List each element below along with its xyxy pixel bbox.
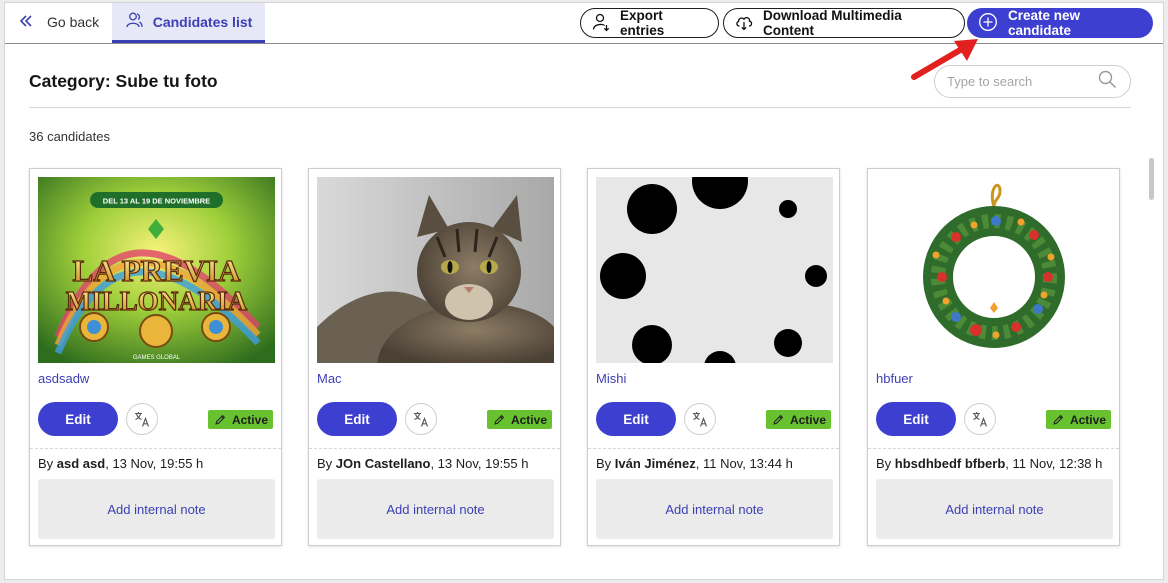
svg-text:GAMES GLOBAL: GAMES GLOBAL [133, 355, 181, 361]
pencil-icon [215, 414, 226, 425]
add-internal-note-button[interactable]: Add internal note [876, 479, 1113, 539]
translate-icon [414, 412, 429, 427]
status-badge: Active [1045, 410, 1111, 429]
create-new-candidate-button[interactable]: Create new candidate [967, 8, 1153, 38]
go-back-button[interactable]: Go back [19, 3, 99, 41]
dots-pattern-image [596, 177, 833, 363]
card-divider [868, 448, 1119, 449]
tab-label: Candidates list [152, 13, 253, 30]
candidate-card: DEL 13 AL 19 DE NOVIEMBRE LA PREVIA MILL… [29, 168, 282, 546]
status-badge: Active [486, 410, 552, 429]
add-internal-note-button[interactable]: Add internal note [38, 479, 275, 539]
author-name: JOn Castellano [335, 456, 431, 471]
card-divider [30, 448, 281, 449]
header-divider [29, 107, 1131, 108]
byline: By asd asd, 13 Nov, 19:55 h [38, 456, 204, 471]
candidate-card: hbfuer Edit Active By hbsdhbedf bfberb, … [867, 168, 1120, 546]
cloud-download-icon [734, 12, 754, 35]
scrollbar[interactable] [1147, 153, 1155, 573]
edit-button[interactable]: Edit [317, 402, 397, 436]
export-label: Export entries [620, 8, 665, 38]
svg-text:LA PREVIA: LA PREVIA [73, 253, 242, 288]
candidates-count: 36 candidates [29, 129, 110, 144]
candidate-card: Mac Edit Active By JOn Castellano, 13 No… [308, 168, 561, 546]
edit-button[interactable]: Edit [38, 402, 118, 436]
translate-button[interactable] [405, 403, 437, 435]
double-chevron-left-icon [19, 14, 33, 31]
translate-icon [973, 412, 988, 427]
translate-button[interactable] [684, 403, 716, 435]
byline: By Iván Jiménez, 11 Nov, 13:44 h [596, 456, 793, 471]
pencil-icon [494, 414, 505, 425]
status-badge: Active [207, 410, 273, 429]
card-divider [588, 448, 839, 449]
author-name: hbsdhbedf bfberb [894, 456, 1006, 471]
author-name: Iván Jiménez [614, 456, 696, 471]
submitted-date: , 13 Nov, 19:55 h [430, 456, 529, 471]
candidate-image[interactable] [876, 177, 1113, 363]
byline: By JOn Castellano, 13 Nov, 19:55 h [317, 456, 529, 471]
translate-icon [693, 412, 708, 427]
status-text: Active [510, 412, 547, 427]
pencil-icon [1053, 414, 1064, 425]
candidate-image[interactable]: DEL 13 AL 19 DE NOVIEMBRE LA PREVIA MILL… [38, 177, 275, 363]
card-divider [309, 448, 560, 449]
status-text: Active [1069, 412, 1106, 427]
export-entries-button[interactable]: Export entries [580, 8, 719, 38]
go-back-label: Go back [47, 14, 100, 30]
user-export-icon [591, 12, 611, 35]
edit-button[interactable]: Edit [876, 402, 956, 436]
search-icon[interactable] [1097, 69, 1117, 94]
status-text: Active [789, 412, 826, 427]
promo-banner-image: DEL 13 AL 19 DE NOVIEMBRE LA PREVIA MILL… [38, 177, 275, 363]
tab-candidates-list[interactable]: Candidates list [112, 3, 265, 43]
byline: By hbsdhbedf bfberb, 11 Nov, 12:38 h [876, 456, 1103, 471]
submitted-date: , 11 Nov, 13:44 h [695, 456, 793, 471]
cat-photo-image [317, 177, 554, 363]
submitted-date: , 11 Nov, 12:38 h [1005, 456, 1103, 471]
pencil-icon [773, 414, 784, 425]
edit-button[interactable]: Edit [596, 402, 676, 436]
status-badge: Active [765, 410, 831, 429]
translate-button[interactable] [964, 403, 996, 435]
candidate-image[interactable] [317, 177, 554, 363]
candidate-name[interactable]: asdsadw [38, 371, 89, 386]
author-name: asd asd [56, 456, 106, 471]
page-title: Category: Sube tu foto [29, 71, 218, 91]
candidate-image[interactable] [596, 177, 833, 363]
create-label: Create new candidate [1008, 8, 1081, 38]
candidate-name[interactable]: Mac [317, 371, 342, 386]
status-text: Active [231, 412, 268, 427]
plus-circle-icon [978, 12, 998, 35]
candidate-name[interactable]: Mishi [596, 371, 626, 386]
candidate-card: Mishi Edit Active By Iván Jiménez, 11 No… [587, 168, 840, 546]
scrollbar-thumb[interactable] [1149, 158, 1154, 200]
candidate-name[interactable]: hbfuer [876, 371, 913, 386]
search-box[interactable] [934, 65, 1131, 98]
svg-text:MILLONARIA: MILLONARIA [66, 286, 248, 316]
add-internal-note-button[interactable]: Add internal note [596, 479, 833, 539]
top-bar: Go back Candidates list Export entries D… [5, 3, 1163, 44]
submitted-date: , 13 Nov, 19:55 h [105, 456, 204, 471]
add-internal-note-button[interactable]: Add internal note [317, 479, 554, 539]
translate-icon [135, 412, 150, 427]
translate-button[interactable] [126, 403, 158, 435]
users-icon [125, 11, 143, 32]
christmas-wreath-image [876, 177, 1113, 363]
app-window: Go back Candidates list Export entries D… [4, 2, 1164, 580]
svg-text:DEL 13 AL 19 DE NOVIEMBRE: DEL 13 AL 19 DE NOVIEMBRE [103, 197, 210, 206]
search-input[interactable] [947, 74, 1097, 89]
